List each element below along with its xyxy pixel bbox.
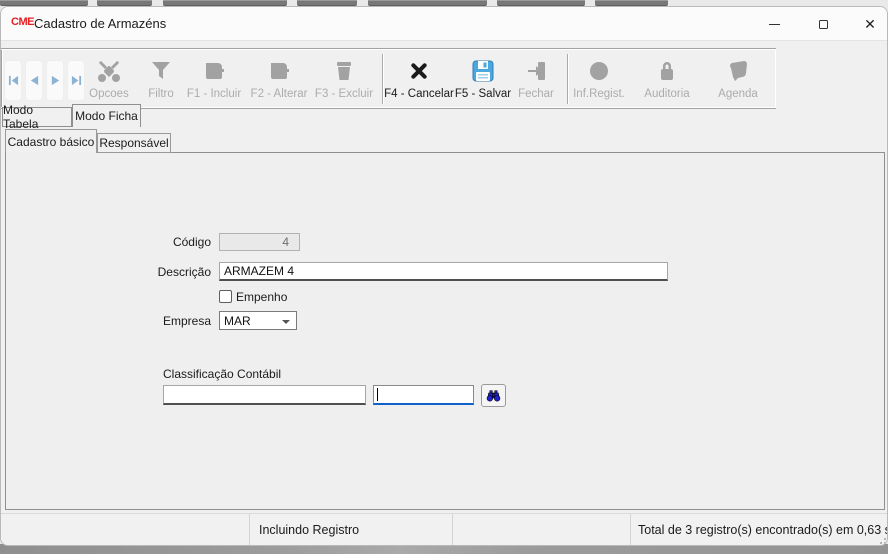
nav-first-button[interactable] [4,60,22,101]
close-icon: ✕ [864,17,876,31]
nav-prev-button[interactable] [25,60,43,101]
toolbar-button-label: Agenda [718,88,758,100]
tab-label: Cadastro básico [8,135,95,149]
minimize-icon [769,24,780,25]
chevron-down-icon [282,320,290,324]
status-bar: Incluindo Registro Total de 3 registro(s… [1,513,888,546]
descricao-label: Descrição [81,265,211,279]
window-title: Cadastro de Armazéns [34,16,166,31]
maximize-button[interactable] [802,7,844,41]
nav-next-button[interactable] [46,60,64,101]
descricao-input[interactable] [219,262,668,281]
status-message: Incluindo Registro [259,523,359,537]
cancel-x-icon [410,57,428,85]
classificacao-busca-input[interactable] [373,385,474,405]
first-record-icon [8,75,19,86]
close-button[interactable]: ✕ [849,7,888,41]
toolbar-button-label: F1 - Incluir [187,88,241,100]
tab-modo-tabela[interactable]: Modo Tabela [2,107,72,127]
classificacao-codigo-input[interactable] [163,385,366,405]
next-record-icon [50,75,61,86]
add-record-icon [202,57,226,85]
text-caret [377,388,378,401]
padlock-icon [656,57,678,85]
toolbar-button-label: Fechar [518,88,554,100]
maximize-icon [819,20,828,29]
titlebar[interactable]: CME Cadastro de Armazéns ✕ [1,7,887,41]
app-window: CME Cadastro de Armazéns ✕ Opcoes Filtro… [0,6,888,546]
empresa-select[interactable]: MAR [219,311,297,330]
codigo-label: Código [81,235,211,249]
trash-icon [333,57,355,85]
empenho-label: Empenho [236,290,287,304]
statusbar-separator [452,514,453,546]
statusbar-separator [630,514,631,546]
edit-record-icon [267,57,291,85]
classificacao-contabil-label: Classificação Contábil [163,367,281,381]
record-info-icon [588,57,610,85]
app-logo: CME [11,16,34,28]
empresa-selected-value: MAR [224,314,251,328]
agenda-icon [726,57,750,85]
toolbar-button-agenda[interactable]: Agenda [693,57,783,100]
binoculars-icon [485,389,502,402]
empresa-label: Empresa [81,314,211,328]
statusbar-separator [249,514,250,546]
tab-modo-ficha[interactable]: Modo Ficha [72,104,141,127]
tab-responsavel[interactable]: Responsável [97,133,171,153]
record-count-status: Total de 3 registro(s) encontrado(s) em … [638,523,888,537]
toolbar-button-label: F3 - Excluir [315,88,373,100]
previous-record-icon [29,75,40,86]
codigo-input [219,233,300,251]
toolbar-button-label: Auditoria [644,88,689,100]
tab-label: Modo Tabela [3,103,71,131]
tab-cadastro-basico[interactable]: Cadastro básico [5,129,97,153]
search-lookup-button[interactable] [481,384,506,407]
tab-label: Responsável [99,136,168,150]
minimize-button[interactable] [753,7,795,41]
empenho-checkbox[interactable] [219,290,232,303]
tab-label: Modo Ficha [75,109,138,123]
form-panel [5,152,885,510]
toolbar-button-label: Inf.Regist. [573,88,625,100]
exit-door-icon [525,57,547,85]
resize-grip[interactable] [876,534,886,544]
